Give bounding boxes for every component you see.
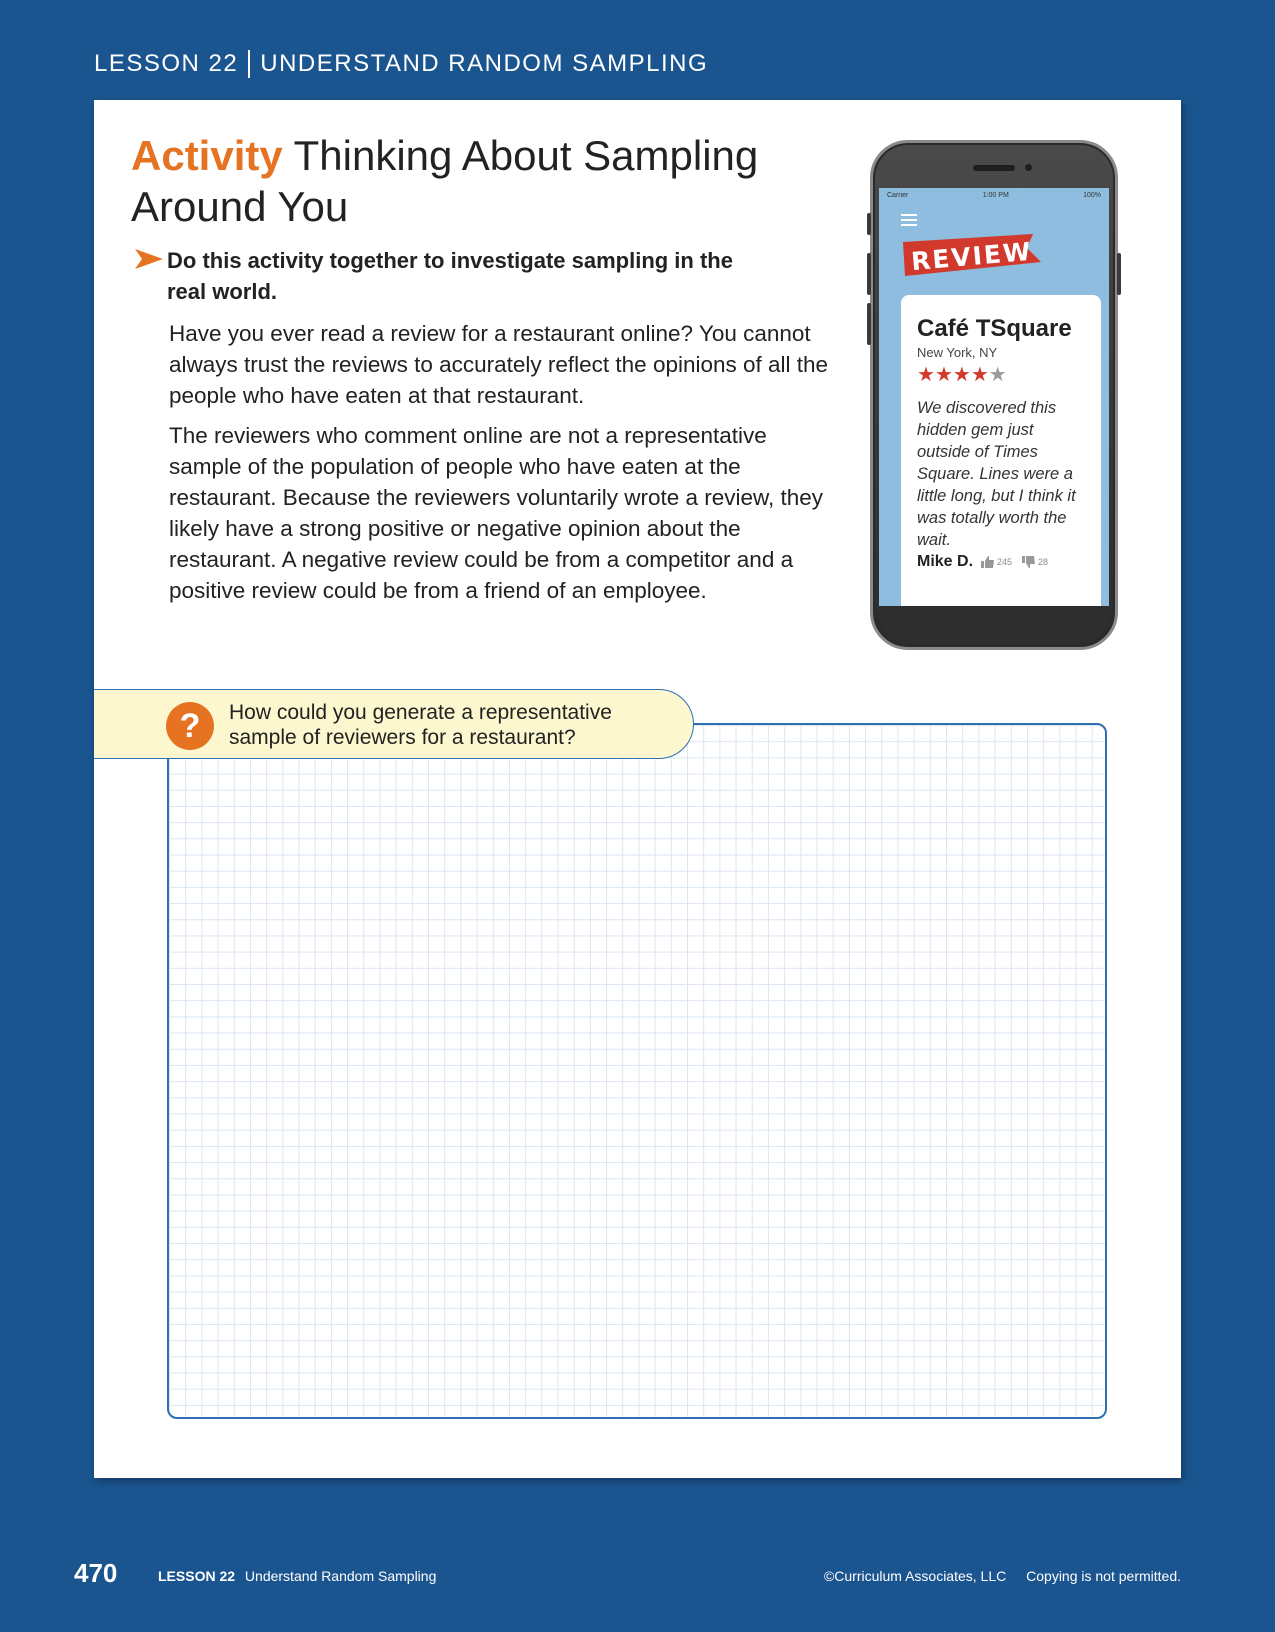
paragraph-1: Have you ever read a review for a restau… — [169, 321, 829, 408]
lesson-number: LESSON 22 — [94, 50, 239, 77]
page-number: 470 — [74, 1558, 118, 1588]
header-divider — [248, 50, 251, 78]
footer-copyright: ©Curriculum Associates, LLC Copying is n… — [824, 1568, 1181, 1584]
status-time: 1:00 PM — [982, 192, 1009, 199]
phone-speaker — [973, 165, 1015, 171]
question-mark-icon: ? — [166, 702, 214, 750]
battery-level: 100% — [1083, 192, 1101, 199]
lesson-topic: UNDERSTAND RANDOM SAMPLING — [260, 50, 709, 77]
dislikes-count: 28 — [1038, 557, 1049, 567]
instruction-text: Do this activity together to investigate… — [167, 248, 733, 304]
footer-lesson: LESSON 22 Understand Random Sampling — [158, 1568, 436, 1584]
reviewer-row: Mike D. 245 28 — [917, 553, 1087, 571]
phone-screen: Carrier 1:00 PM 100% REVIEW Café TSquare… — [879, 188, 1109, 606]
review-card: Café TSquare New York, NY ★ ★ ★ ★ ★ We disco… — [901, 295, 1101, 606]
copy-notice: Copying is not permitted. — [1026, 1568, 1181, 1584]
review-text: We discovered this hidden gem just outsi… — [917, 399, 1076, 549]
question-box: ? How could you generate a representativ… — [94, 689, 694, 759]
lesson-header: LESSON 22 UNDERSTAND RANDOM SAMPLING — [94, 50, 708, 78]
phone-side-button — [1117, 253, 1121, 295]
phone-chin — [879, 606, 1109, 644]
star-filled-icon: ★ — [970, 362, 989, 386]
reviewer-name: Mike D. — [917, 553, 974, 570]
star-filled-icon: ★ — [952, 362, 971, 386]
activity-label: Activity — [131, 132, 283, 179]
phone-side-button — [867, 213, 871, 235]
footer-lesson-title: Understand Random Sampling — [244, 1568, 437, 1584]
phone-illustration: Carrier 1:00 PM 100% REVIEW Café TSquare… — [867, 140, 1121, 650]
star-rating: ★ ★ ★ ★ ★ — [917, 363, 1087, 385]
phone-side-button — [867, 253, 871, 295]
dislikes: 28 — [1022, 556, 1048, 568]
paragraph-2: The reviewers who comment online are not… — [169, 423, 824, 603]
footer-lesson-label: LESSON 22 — [158, 1568, 236, 1584]
likes: 245 — [981, 556, 1012, 568]
status-bar: Carrier 1:00 PM 100% — [879, 188, 1109, 203]
thumbs-down-icon — [1022, 556, 1036, 568]
arrow-bullet-icon — [135, 249, 163, 269]
star-filled-icon: ★ — [934, 362, 953, 386]
worksheet-page: Activity Thinking About Sampling Around … — [94, 100, 1181, 1478]
activity-title: Activity Thinking About Sampling Around … — [131, 130, 811, 232]
thumbs-up-icon — [981, 556, 995, 568]
phone-side-button — [867, 303, 871, 345]
restaurant-name: Café TSquare — [917, 315, 1072, 342]
phone-camera — [1025, 164, 1032, 171]
star-empty-icon: ★ — [988, 362, 1007, 386]
hamburger-menu-icon — [901, 214, 917, 226]
copyright-text: ©Curriculum Associates, LLC — [823, 1568, 1007, 1584]
review-banner: REVIEW — [901, 232, 1051, 284]
question-text: How could you generate a representative … — [229, 701, 612, 749]
carrier-label: Carrier — [887, 192, 909, 199]
activity-instruction: Do this activity together to investigate… — [131, 245, 751, 307]
restaurant-location: New York, NY — [917, 345, 998, 360]
answer-grid[interactable] — [167, 723, 1107, 1419]
star-filled-icon: ★ — [917, 362, 935, 386]
likes-count: 245 — [997, 557, 1013, 567]
